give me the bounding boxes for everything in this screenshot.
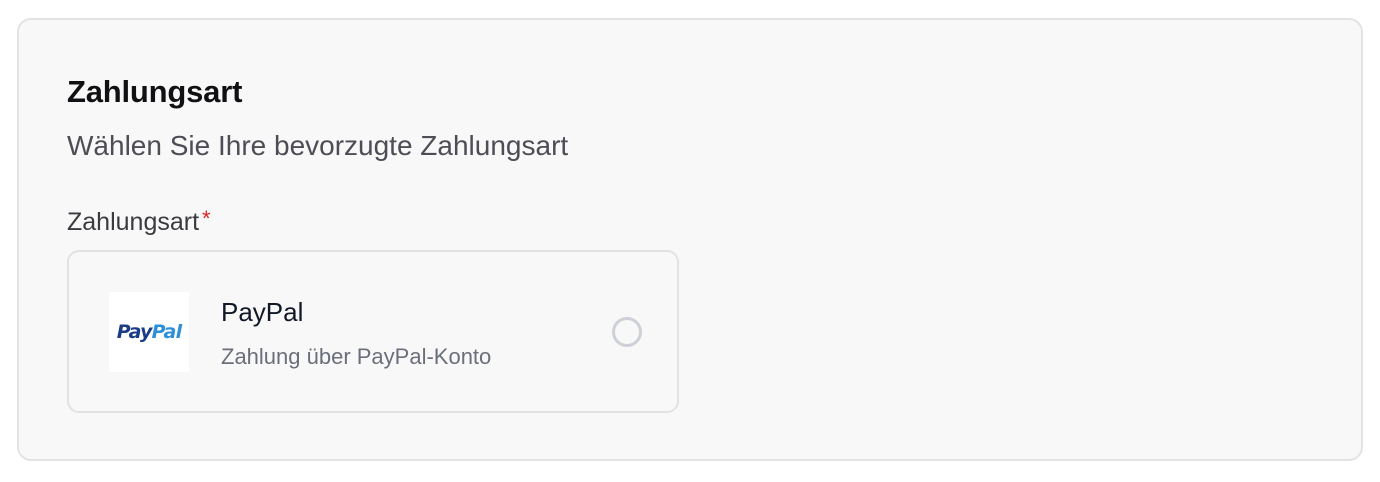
section-title: Zahlungsart <box>67 74 243 109</box>
paypal-logo-icon: PayPal <box>109 292 189 372</box>
payment-option-paypal[interactable]: PayPal PayPal Zahlung über PayPal-Konto <box>67 250 679 413</box>
field-label-text: Zahlungsart <box>67 208 200 236</box>
payment-option-radio[interactable] <box>612 317 642 347</box>
payment-method-field-label: Zahlungsart * <box>67 208 211 235</box>
payment-option-title: PayPal <box>221 297 304 327</box>
required-indicator: * <box>202 206 211 231</box>
payment-option-description: Zahlung über PayPal-Konto <box>221 344 492 369</box>
payment-method-card: Zahlungsart Wählen Sie Ihre bevorzugte Z… <box>17 18 1363 461</box>
paypal-logo-pay: Pay <box>116 320 153 343</box>
paypal-logo-text: PayPal <box>116 320 182 343</box>
section-subtitle: Wählen Sie Ihre bevorzugte Zahlungsart <box>67 130 569 161</box>
paypal-logo-pal: Pal <box>151 320 182 343</box>
